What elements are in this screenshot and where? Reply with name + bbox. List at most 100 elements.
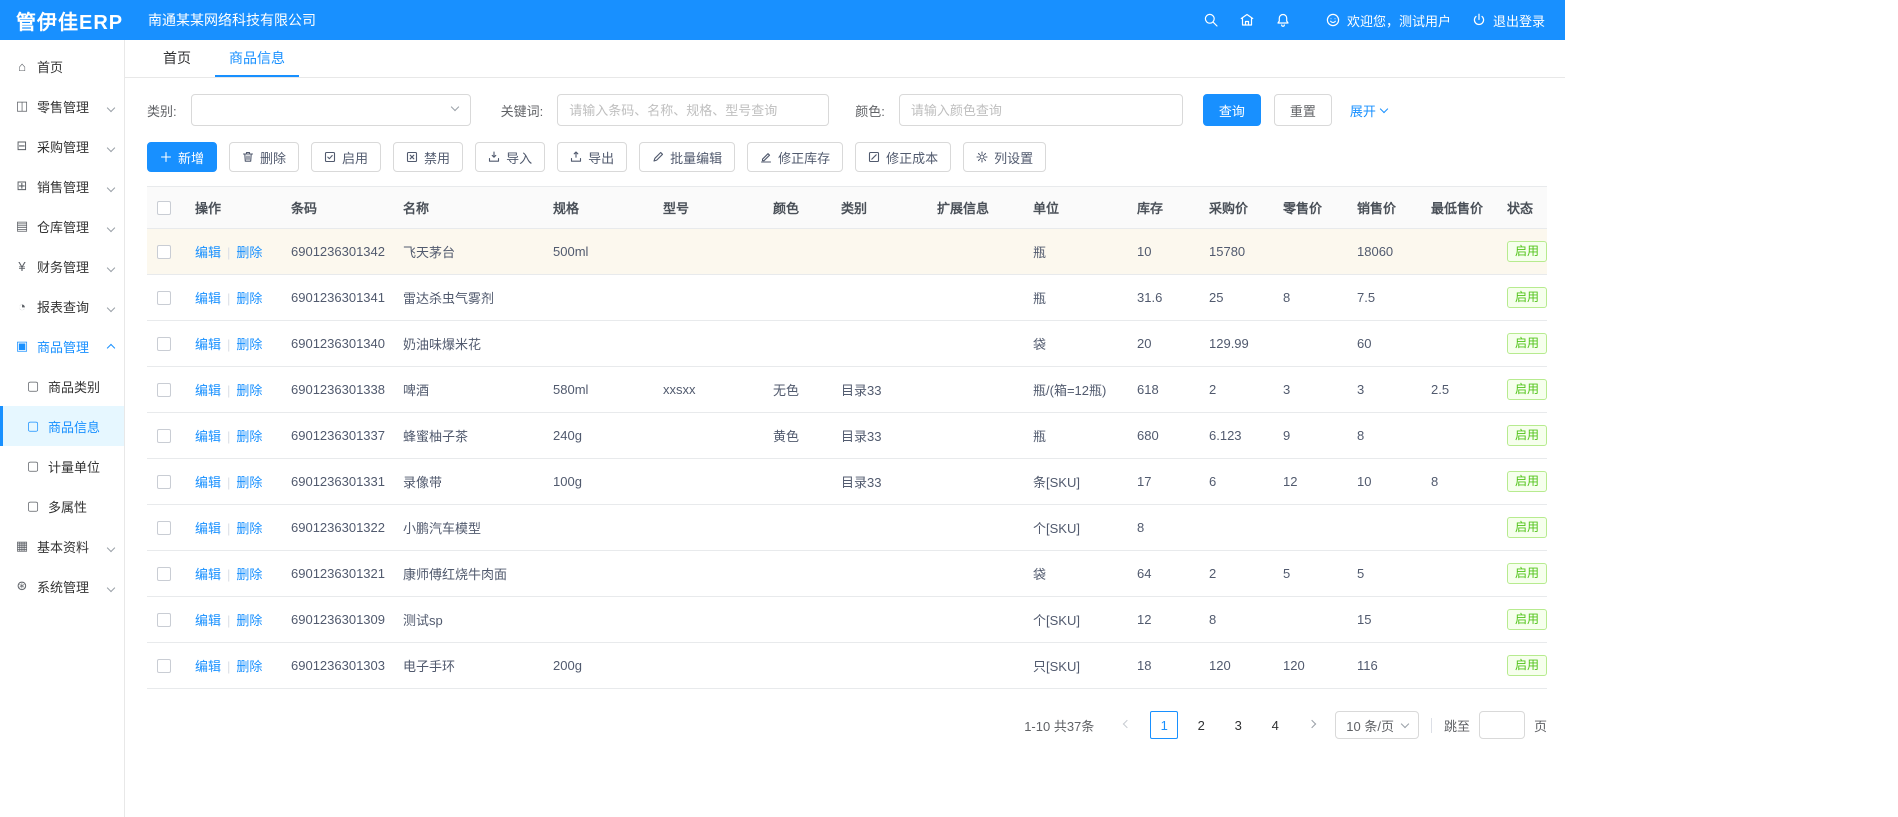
sidebar-item[interactable]: ◔报表查询 — [0, 286, 124, 326]
edit-link[interactable]: 编辑 — [195, 429, 221, 444]
select-all-checkbox[interactable] — [157, 201, 171, 215]
cell-sale: 3 — [1347, 367, 1421, 413]
page-button-2[interactable]: 2 — [1187, 711, 1215, 739]
delete-link[interactable]: 删除 — [236, 291, 262, 306]
edit-link[interactable]: 编辑 — [195, 659, 221, 674]
cell-stock: 12 — [1127, 597, 1199, 643]
status-badge: 启用 — [1507, 517, 1547, 538]
cell-actions: 编辑|删除 — [185, 505, 281, 551]
row-checkbox[interactable] — [157, 383, 171, 397]
page-size-select[interactable]: 10 条/页 — [1335, 711, 1419, 739]
pagination-total: 1-10 共37条 — [1024, 716, 1094, 735]
cell-purchase: 8 — [1199, 597, 1273, 643]
fix-cost-button[interactable]: 修正成本 — [855, 142, 951, 172]
delete-link[interactable]: 删除 — [236, 245, 262, 260]
cell-color — [763, 275, 831, 321]
reset-button[interactable]: 重置 — [1274, 94, 1332, 126]
sidebar-item[interactable]: ▤仓库管理 — [0, 206, 124, 246]
row-checkbox[interactable] — [157, 245, 171, 259]
edit-link[interactable]: 编辑 — [195, 521, 221, 536]
jump-page-input[interactable] — [1479, 711, 1525, 739]
row-checkbox[interactable] — [157, 521, 171, 535]
cell-color — [763, 229, 831, 275]
delete-link[interactable]: 删除 — [236, 521, 262, 536]
sidebar-item[interactable]: ¥财务管理 — [0, 246, 124, 286]
edit-link[interactable]: 编辑 — [195, 613, 221, 628]
import-button[interactable]: 导入 — [475, 142, 545, 172]
enable-button[interactable]: 启用 — [311, 142, 381, 172]
sidebar-item[interactable]: ▢多属性 — [0, 486, 124, 526]
column-settings-button[interactable]: 列设置 — [963, 142, 1046, 172]
delete-link[interactable]: 删除 — [236, 659, 262, 674]
row-checkbox[interactable] — [157, 659, 171, 673]
delete-link[interactable]: 删除 — [236, 475, 262, 490]
row-checkbox[interactable] — [157, 567, 171, 581]
tab-label: 首页 — [163, 48, 191, 68]
row-checkbox[interactable] — [157, 613, 171, 627]
next-page-button[interactable] — [1298, 711, 1326, 739]
edit-link[interactable]: 编辑 — [195, 245, 221, 260]
fix-stock-button[interactable]: 修正库存 — [747, 142, 843, 172]
batch-edit-button[interactable]: 批量编辑 — [639, 142, 735, 172]
category-select[interactable] — [191, 94, 471, 126]
prev-page-button[interactable] — [1113, 711, 1141, 739]
sidebar-item[interactable]: ▣商品管理 — [0, 326, 124, 366]
delete-link[interactable]: 删除 — [236, 567, 262, 582]
sidebar-item[interactable]: ⊛系统管理 — [0, 566, 124, 606]
status-badge: 启用 — [1507, 379, 1547, 400]
column-header: 销售价 — [1347, 187, 1421, 229]
delete-link[interactable]: 删除 — [236, 613, 262, 628]
edit-link[interactable]: 编辑 — [195, 291, 221, 306]
shop-icon[interactable] — [1239, 12, 1255, 28]
keyword-input[interactable] — [557, 94, 829, 126]
search-icon[interactable] — [1203, 12, 1219, 28]
row-checkbox[interactable] — [157, 291, 171, 305]
welcome-user[interactable]: 欢迎您，测试用户 — [1325, 11, 1451, 30]
delete-link[interactable]: 删除 — [236, 337, 262, 352]
sidebar-item[interactable]: ⊟采购管理 — [0, 126, 124, 166]
logout-button[interactable]: 退出登录 — [1471, 11, 1545, 30]
page-button-3[interactable]: 3 — [1224, 711, 1252, 739]
delete-link[interactable]: 删除 — [236, 429, 262, 444]
sidebar-item[interactable]: ⌂首页 — [0, 46, 124, 86]
button-label: 修正库存 — [778, 148, 830, 167]
cell-name: 啤酒 — [393, 367, 543, 413]
doc-icon: ▢ — [25, 378, 41, 394]
cell-model — [653, 229, 763, 275]
add-button[interactable]: 新增 — [147, 142, 217, 172]
cell-purchase — [1199, 505, 1273, 551]
tab-goods-info[interactable]: 商品信息 — [215, 40, 299, 77]
page-button-4[interactable]: 4 — [1261, 711, 1289, 739]
sidebar-item[interactable]: ▢计量单位 — [0, 446, 124, 486]
tab-home[interactable]: 首页 — [149, 40, 205, 77]
gear-icon — [976, 151, 988, 163]
cell-status: 启用 — [1497, 643, 1547, 689]
cell-purchase: 2 — [1199, 551, 1273, 597]
search-button[interactable]: 查询 — [1203, 94, 1261, 126]
expand-link[interactable]: 展开 — [1350, 101, 1387, 120]
bell-icon[interactable] — [1275, 12, 1291, 28]
sidebar-item[interactable]: ◫零售管理 — [0, 86, 124, 126]
cell-status: 启用 — [1497, 551, 1547, 597]
export-button[interactable]: 导出 — [557, 142, 627, 172]
sidebar-item[interactable]: ▦基本资料 — [0, 526, 124, 566]
page-button-1[interactable]: 1 — [1150, 711, 1178, 739]
separator: | — [227, 567, 230, 582]
color-input[interactable] — [899, 94, 1183, 126]
sidebar-item[interactable]: ▢商品类别 — [0, 366, 124, 406]
row-checkbox[interactable] — [157, 337, 171, 351]
top-header: 管伊佳ERP 南通某某网络科技有限公司 欢迎您，测试用户 退出登录 — [0, 0, 1565, 40]
delete-button[interactable]: 删除 — [229, 142, 299, 172]
edit-link[interactable]: 编辑 — [195, 567, 221, 582]
row-checkbox[interactable] — [157, 429, 171, 443]
edit-link[interactable]: 编辑 — [195, 337, 221, 352]
column-header: 条码 — [281, 187, 393, 229]
delete-link[interactable]: 删除 — [236, 383, 262, 398]
sidebar-item[interactable]: ⊞销售管理 — [0, 166, 124, 206]
edit-link[interactable]: 编辑 — [195, 475, 221, 490]
sidebar-item-label: 系统管理 — [37, 577, 108, 596]
sidebar-item[interactable]: ▢商品信息 — [0, 406, 124, 446]
row-checkbox[interactable] — [157, 475, 171, 489]
disable-button[interactable]: 禁用 — [393, 142, 463, 172]
edit-link[interactable]: 编辑 — [195, 383, 221, 398]
